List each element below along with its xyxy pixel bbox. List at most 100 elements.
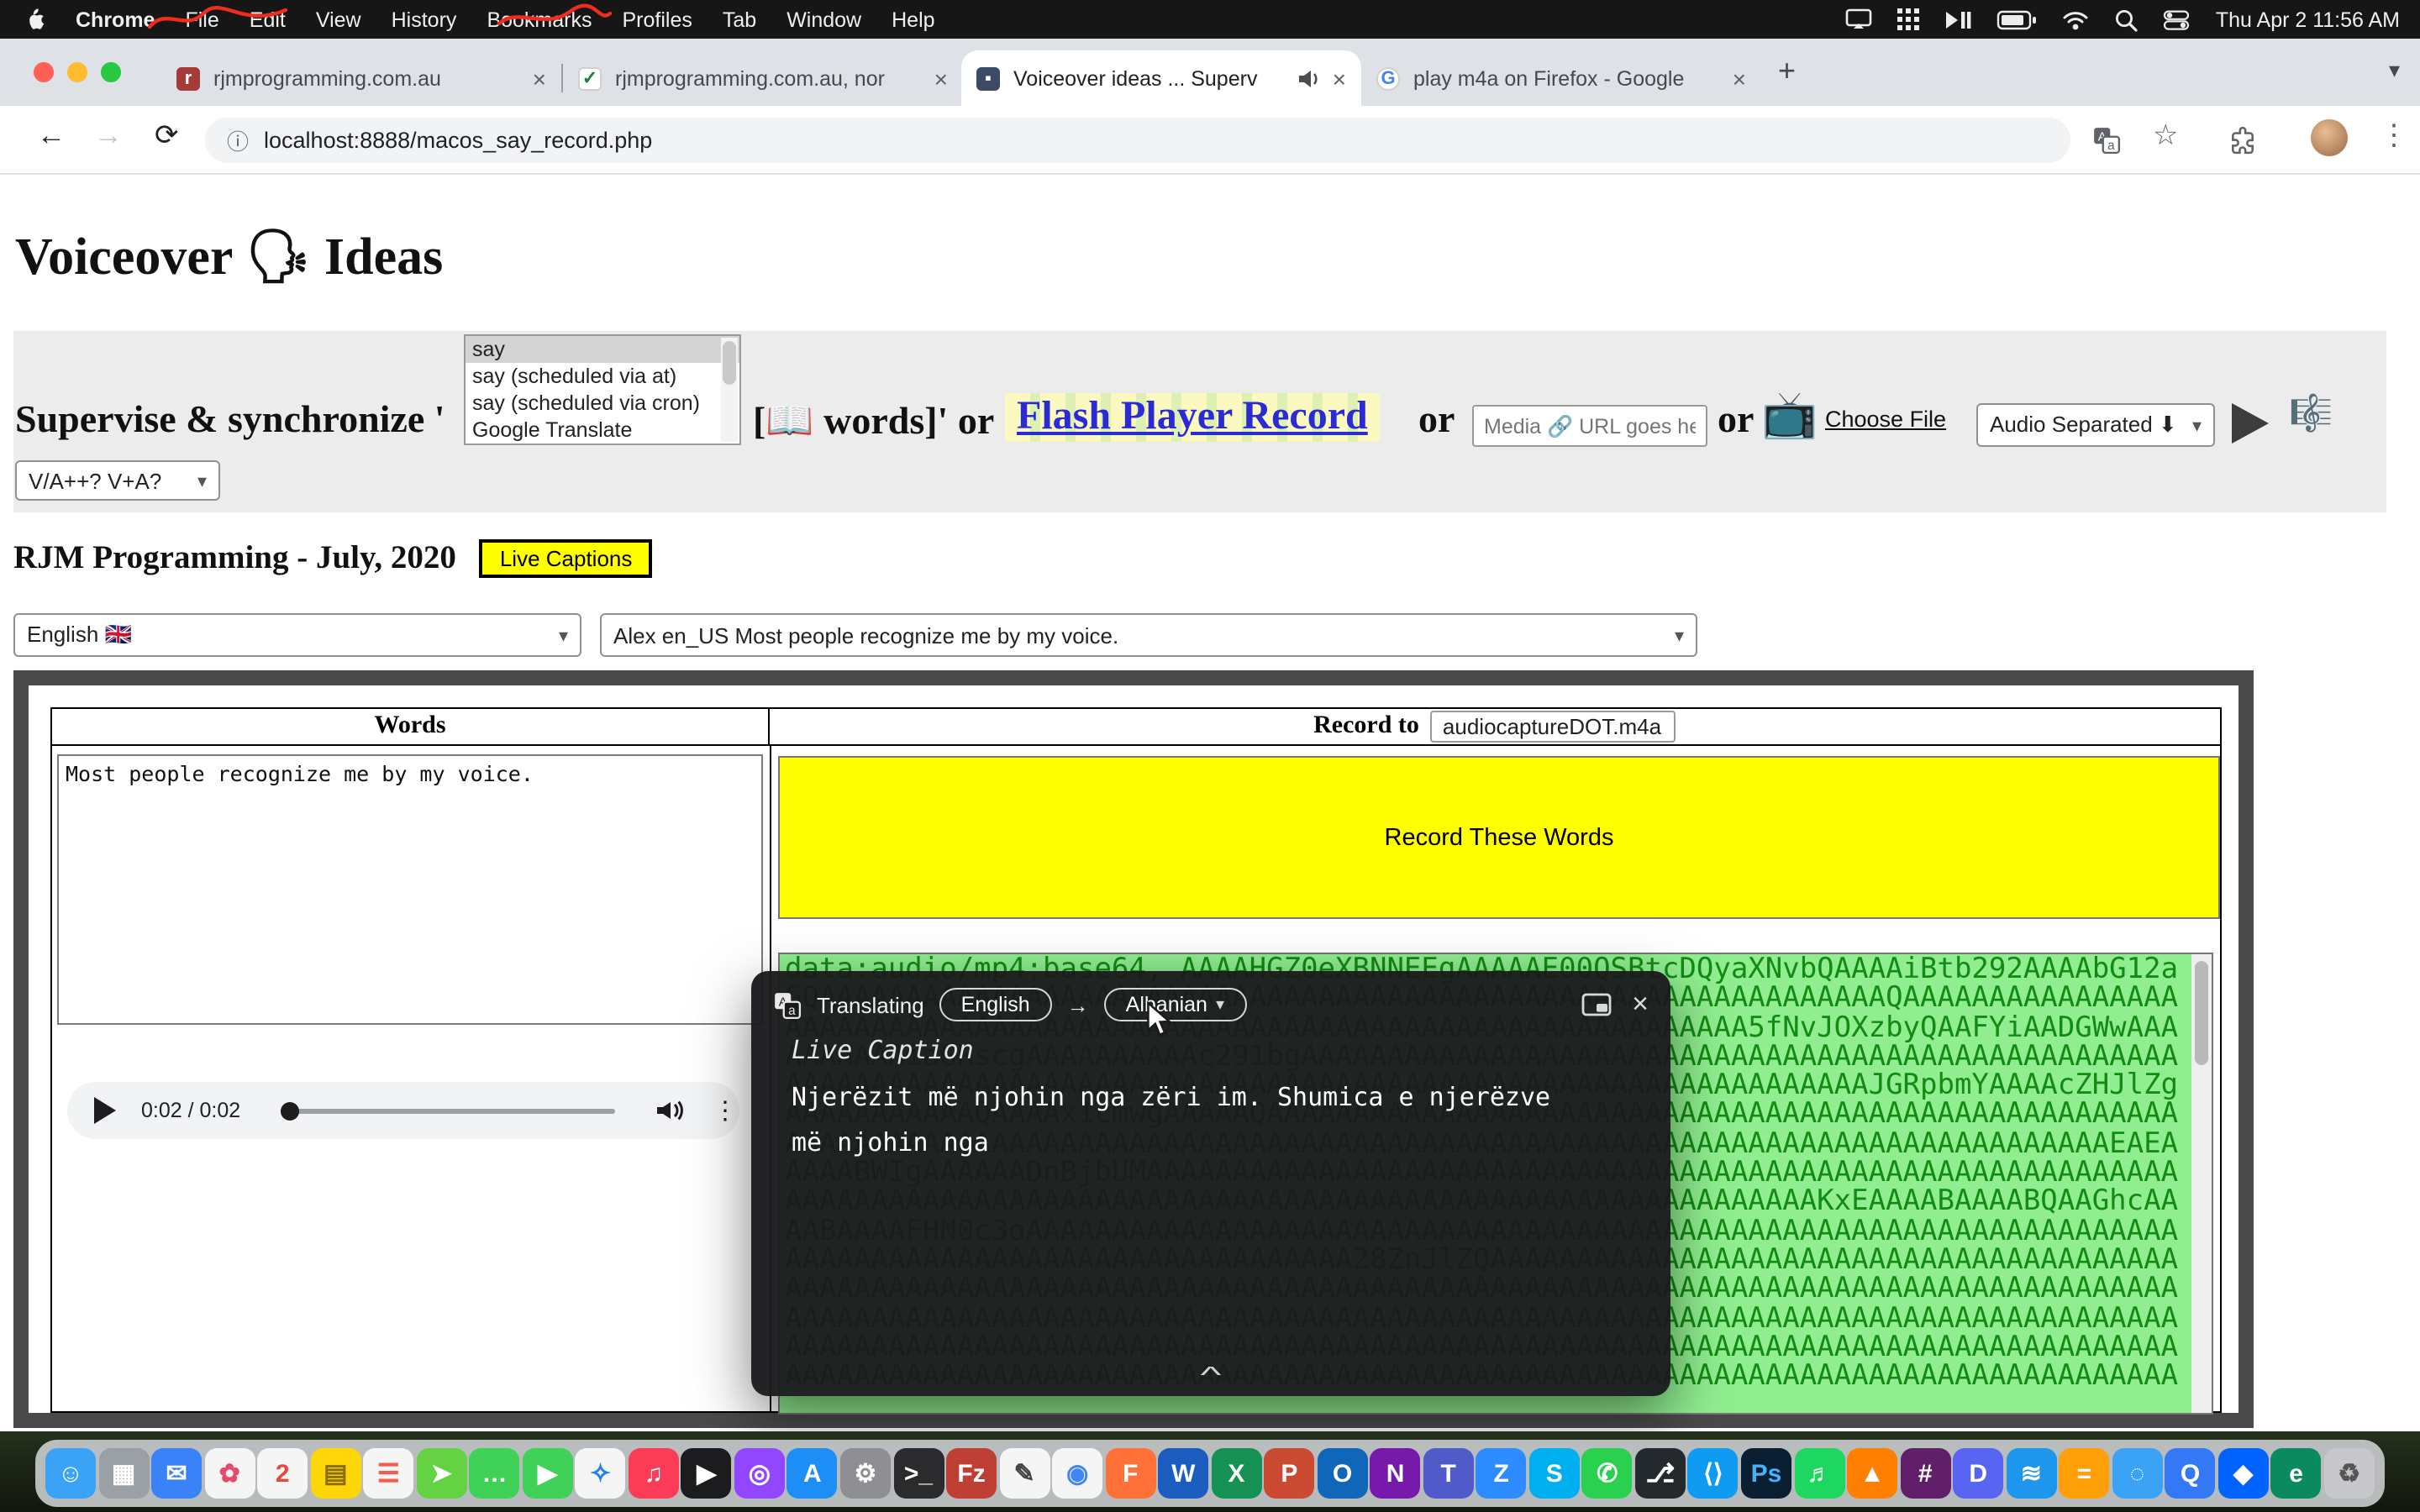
player-play-icon[interactable] — [94, 1097, 116, 1124]
media-url-input[interactable] — [1472, 405, 1707, 447]
dock-icon-outlook[interactable]: O — [1318, 1448, 1368, 1499]
live-captions-button[interactable]: Live Captions — [480, 539, 653, 578]
dock-icon-app-store[interactable]: A — [787, 1448, 838, 1499]
dock-icon-spotify[interactable]: ♬ — [1794, 1448, 1844, 1499]
words-textarea[interactable]: Most people recognize me by my voice. — [57, 754, 763, 1025]
menu-item-profiles[interactable]: Profiles — [623, 8, 692, 31]
zoom-window-button[interactable] — [101, 62, 121, 82]
dock-icon-vscode[interactable]: ⟨⟩ — [1688, 1448, 1739, 1499]
dock-icon-podcasts[interactable]: ◎ — [734, 1448, 785, 1499]
dock-icon-onenote[interactable]: N — [1370, 1448, 1421, 1499]
dock-icon-reminders[interactable]: ☰ — [363, 1448, 413, 1499]
dock-icon-launchpad[interactable]: ▦ — [98, 1448, 149, 1499]
bookmark-star-icon[interactable]: ☆ — [2153, 119, 2179, 153]
new-tab-button[interactable]: + — [1778, 54, 1796, 89]
wifi-icon[interactable] — [2063, 9, 2090, 29]
profile-avatar[interactable] — [2311, 119, 2348, 156]
listbox-scrollbar[interactable] — [721, 338, 738, 442]
dock-icon-messages[interactable]: … — [470, 1448, 520, 1499]
menu-item-history[interactable]: History — [392, 8, 457, 31]
va-mode-select[interactable]: V/A++? V+A? ▾ — [15, 460, 220, 501]
listbox-option-say-at[interactable]: say (scheduled via at) — [466, 363, 739, 390]
close-icon[interactable]: × — [1733, 65, 1746, 92]
dock-icon-terminal[interactable]: >_ — [893, 1448, 944, 1499]
choose-file-button[interactable]: Choose File — [1825, 407, 1946, 432]
dock-icon-docker[interactable]: ≋ — [2006, 1448, 2056, 1499]
play-pause-icon[interactable] — [1945, 9, 1972, 29]
dock-icon-github[interactable]: ⎇ — [1635, 1448, 1686, 1499]
apple-logo-icon[interactable] — [24, 7, 45, 32]
tab-rjmprogramming-1[interactable]: r rjmprogramming.com.au × — [161, 50, 561, 106]
dock-icon-word[interactable]: W — [1158, 1448, 1208, 1499]
say-method-listbox[interactable]: say say (scheduled via at) say (schedule… — [464, 334, 741, 445]
dock-icon-tv[interactable]: ▶ — [681, 1448, 732, 1499]
tab-search-chevron-icon[interactable]: ▾ — [2389, 57, 2400, 84]
dock-icon-firefox[interactable]: F — [1105, 1448, 1155, 1499]
dock-icon-safari[interactable]: ✧ — [576, 1448, 626, 1499]
dock-icon-notes[interactable]: ▤ — [310, 1448, 360, 1499]
dock-icon-calendar[interactable]: 2 — [257, 1448, 308, 1499]
keyboard-grid-icon[interactable] — [1898, 8, 1920, 30]
translate-icon[interactable]: Aa — [2092, 126, 2121, 155]
close-window-button[interactable] — [34, 62, 54, 82]
menu-item-bookmarks[interactable]: Bookmarks — [487, 8, 592, 31]
live-caption-overlay[interactable]: Aa Translating English → Albanian ▾ × Li… — [751, 971, 1670, 1396]
dock-icon-facetime[interactable]: ▶ — [523, 1448, 573, 1499]
screen-mirroring-icon[interactable] — [1846, 8, 1873, 30]
record-filename-input[interactable] — [1431, 711, 1676, 743]
dock-icon-powerpoint[interactable]: P — [1264, 1448, 1314, 1499]
dock-icon-zoom[interactable]: Z — [1476, 1448, 1527, 1499]
reload-button[interactable]: ⟳ — [155, 119, 179, 153]
record-these-words-button[interactable]: Record These Words — [778, 756, 2220, 919]
dock-icon-music[interactable]: ♫ — [629, 1448, 679, 1499]
target-language-pill[interactable]: Albanian ▾ — [1104, 988, 1246, 1021]
picture-in-picture-icon[interactable] — [1581, 992, 1612, 1016]
menu-item-window[interactable]: Window — [786, 8, 861, 31]
close-icon[interactable]: × — [533, 65, 546, 92]
player-seek-bar[interactable] — [287, 1109, 615, 1114]
volume-icon[interactable] — [655, 1099, 684, 1122]
source-language-pill[interactable]: English — [939, 988, 1052, 1021]
language-select[interactable]: English 🇬🇧 ▾ — [13, 613, 581, 657]
menu-item-edit[interactable]: Edit — [250, 8, 286, 31]
battery-icon[interactable] — [1997, 9, 2038, 29]
listbox-option-say[interactable]: say — [466, 336, 739, 363]
player-seek-knob[interactable] — [281, 1102, 299, 1121]
dock-icon-teams[interactable]: T — [1423, 1448, 1474, 1499]
menu-item-tab[interactable]: Tab — [723, 8, 756, 31]
dock-icon-skype[interactable]: S — [1529, 1448, 1580, 1499]
minimize-window-button[interactable] — [67, 62, 87, 82]
extensions-icon[interactable] — [2228, 126, 2257, 155]
dock-icon-finder[interactable]: ☺ — [45, 1448, 96, 1499]
dock-icon-vlc[interactable]: ▲ — [1847, 1448, 1897, 1499]
control-center-icon[interactable] — [2164, 9, 2191, 29]
dock-icon-textedit[interactable]: ✎ — [999, 1448, 1050, 1499]
dock-icon-edge[interactable]: e — [2271, 1448, 2322, 1499]
back-button[interactable]: ← — [37, 119, 66, 153]
dock-icon-dropbox[interactable]: ◆ — [2218, 1448, 2269, 1499]
site-info-icon[interactable]: ⓘ — [227, 124, 249, 156]
dock-icon-photos[interactable]: ✿ — [204, 1448, 255, 1499]
tab-rjmprogramming-2[interactable]: ✓ rjmprogramming.com.au, nor × — [563, 50, 963, 106]
dock-icon-quicktime[interactable]: Q — [2165, 1448, 2216, 1499]
voice-select[interactable]: Alex en_US Most people recognize me by m… — [600, 613, 1697, 657]
audio-player[interactable]: 0:02 / 0:02 ⋮ — [67, 1082, 739, 1139]
tab-voiceover-ideas-active[interactable]: ▪ Voiceover ideas ... Superv × — [961, 50, 1361, 106]
forward-button[interactable]: → — [94, 119, 123, 153]
player-more-icon[interactable]: ⋮ — [713, 1095, 738, 1126]
dock-icon-maps[interactable]: ➤ — [416, 1448, 466, 1499]
tab-audio-speaker-icon[interactable] — [1297, 68, 1321, 88]
tab-play-m4a-google[interactable]: G play m4a on Firefox - Google × — [1361, 50, 1761, 106]
dock-icon-whatsapp[interactable]: ✆ — [1582, 1448, 1633, 1499]
dock-icon-slack[interactable]: # — [1900, 1448, 1950, 1499]
scrollbar-thumb[interactable] — [723, 341, 736, 385]
dock-icon-chrome[interactable]: ◉ — [1052, 1448, 1102, 1499]
menu-item-view[interactable]: View — [316, 8, 361, 31]
menu-item-file[interactable]: File — [185, 8, 218, 31]
dock-icon-mail[interactable]: ✉ — [151, 1448, 202, 1499]
collapse-chevron-icon[interactable]: ^ — [338, 1361, 2085, 1388]
dock-icon-filezilla[interactable]: Fz — [946, 1448, 997, 1499]
listbox-option-say-cron[interactable]: say (scheduled via cron) — [466, 390, 739, 417]
dock-icon-preview[interactable]: ◌ — [2112, 1448, 2162, 1499]
menu-bar-clock[interactable]: Thu Apr 2 11:56 AM — [2216, 8, 2400, 31]
